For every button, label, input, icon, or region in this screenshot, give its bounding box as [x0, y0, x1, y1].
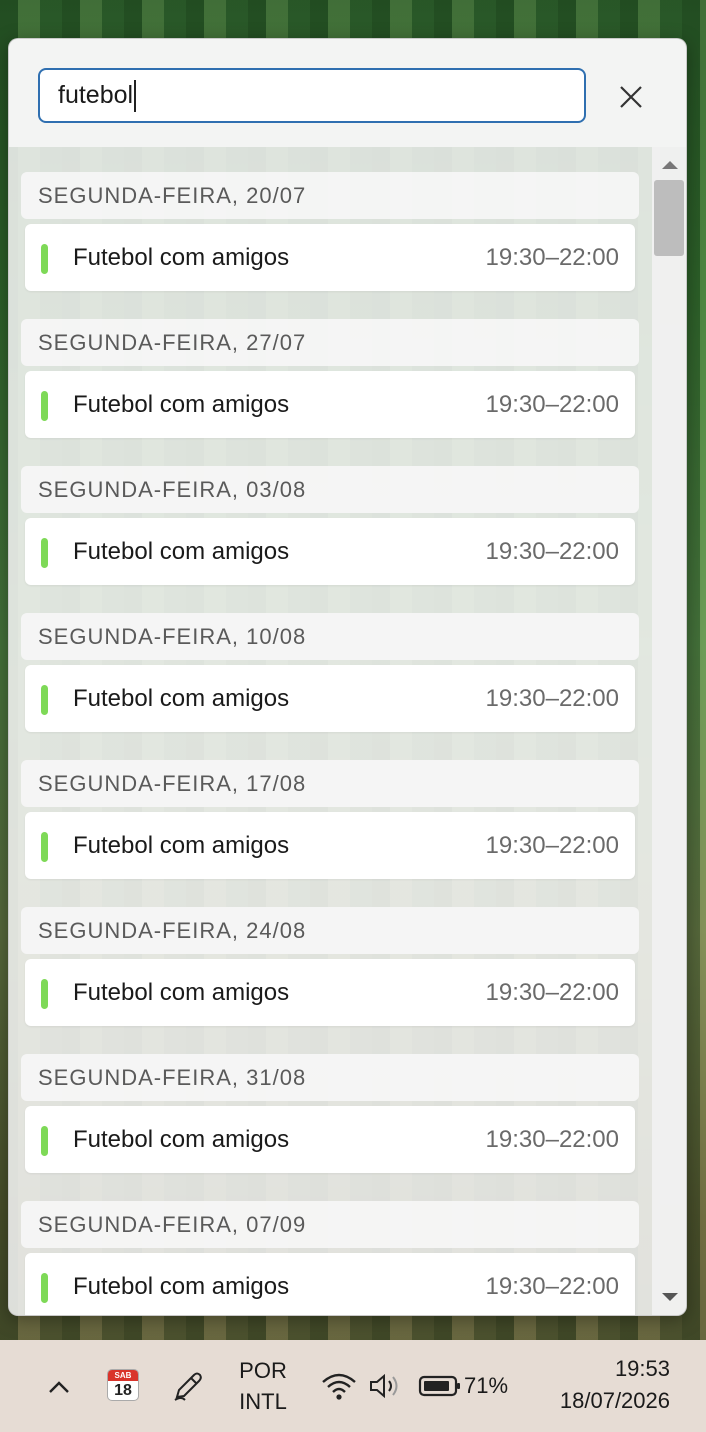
event-color-bar: [41, 244, 48, 274]
event-time: 19:30–22:00: [485, 537, 619, 565]
battery-icon: [418, 1375, 460, 1397]
day-header: SEGUNDA-FEIRA, 20/07: [21, 172, 639, 219]
event-item[interactable]: Futebol com amigos 19:30–22:00: [25, 1106, 635, 1173]
search-results-list[interactable]: SEGUNDA-FEIRA, 20/07 Futebol com amigos …: [9, 147, 650, 1315]
wifi-icon: [322, 1373, 356, 1400]
language-code: POR: [239, 1358, 287, 1383]
result-group: SEGUNDA-FEIRA, 27/07 Futebol com amigos …: [21, 319, 639, 438]
event-item[interactable]: Futebol com amigos 19:30–22:00: [25, 959, 635, 1026]
day-header: SEGUNDA-FEIRA, 03/08: [21, 466, 639, 513]
text-caret: [134, 79, 137, 112]
day-header: SEGUNDA-FEIRA, 27/07: [21, 319, 639, 366]
day-header: SEGUNDA-FEIRA, 31/08: [21, 1054, 639, 1101]
event-title: Futebol com amigos: [73, 831, 290, 859]
event-time: 19:30–22:00: [485, 684, 619, 712]
event-color-bar: [41, 832, 48, 862]
result-group: SEGUNDA-FEIRA, 07/09 Futebol com amigos …: [21, 1201, 639, 1315]
event-item[interactable]: Futebol com amigos 19:30–22:00: [25, 224, 635, 291]
clock-button[interactable]: 19:53 18/07/2026: [528, 1352, 670, 1418]
event-time: 19:30–22:00: [485, 1125, 619, 1153]
keyboard-layout: INTL: [239, 1389, 287, 1414]
event-color-bar: [41, 1273, 48, 1303]
close-search-button[interactable]: [615, 81, 647, 113]
day-header: SEGUNDA-FEIRA, 07/09: [21, 1201, 639, 1248]
event-title: Futebol com amigos: [73, 243, 290, 271]
chevron-up-icon: [49, 1381, 69, 1393]
result-group: SEGUNDA-FEIRA, 03/08 Futebol com amigos …: [21, 466, 639, 585]
event-time: 19:30–22:00: [485, 831, 619, 859]
pen-menu-button[interactable]: [168, 1366, 208, 1406]
result-group: SEGUNDA-FEIRA, 17/08 Futebol com amigos …: [21, 760, 639, 879]
result-group: SEGUNDA-FEIRA, 31/08 Futebol com amigos …: [21, 1054, 639, 1173]
input-language-indicator[interactable]: POR INTL: [228, 1354, 298, 1418]
event-color-bar: [41, 391, 48, 421]
event-color-bar: [41, 538, 48, 568]
day-header: SEGUNDA-FEIRA, 10/08: [21, 613, 639, 660]
event-title: Futebol com amigos: [73, 1125, 290, 1153]
result-group: SEGUNDA-FEIRA, 20/07 Futebol com amigos …: [21, 172, 639, 291]
volume-icon: [370, 1373, 398, 1399]
calendar-app-button[interactable]: SAB 18: [106, 1368, 140, 1402]
result-group: SEGUNDA-FEIRA, 10/08 Futebol com amigos …: [21, 613, 639, 732]
event-color-bar: [41, 1126, 48, 1156]
calendar-search-panel: futebol SEGUNDA-FEIRA, 20/07 Futebol com…: [8, 38, 687, 1316]
event-item[interactable]: Futebol com amigos 19:30–22:00: [25, 518, 635, 585]
event-color-bar: [41, 979, 48, 1009]
day-header: SEGUNDA-FEIRA, 17/08: [21, 760, 639, 807]
search-bar: futebol: [9, 39, 686, 147]
event-item[interactable]: Futebol com amigos 19:30–22:00: [25, 665, 635, 732]
event-time: 19:30–22:00: [485, 390, 619, 418]
day-header: SEGUNDA-FEIRA, 24/08: [21, 907, 639, 954]
event-item[interactable]: Futebol com amigos 19:30–22:00: [25, 812, 635, 879]
scrollbar-thumb[interactable]: [654, 180, 684, 256]
event-item[interactable]: Futebol com amigos 19:30–22:00: [25, 1253, 635, 1315]
event-title: Futebol com amigos: [73, 537, 290, 565]
event-title: Futebol com amigos: [73, 684, 290, 712]
battery-percentage: 71%: [464, 1373, 509, 1398]
event-color-bar: [41, 685, 48, 715]
event-time: 19:30–22:00: [485, 978, 619, 1006]
taskbar: SAB 18 POR INTL 71% 19:53 18/07/2026: [0, 1340, 706, 1432]
calendar-icon: SAB 18: [107, 1369, 139, 1401]
close-icon: [620, 86, 642, 108]
event-title: Futebol com amigos: [73, 1272, 290, 1300]
event-item[interactable]: Futebol com amigos 19:30–22:00: [25, 371, 635, 438]
event-time: 19:30–22:00: [485, 243, 619, 271]
pen-icon: [174, 1372, 202, 1401]
calendar-icon-day-abbr: SAB: [108, 1370, 138, 1381]
calendar-icon-day-num: 18: [114, 1382, 132, 1399]
result-group: SEGUNDA-FEIRA, 24/08 Futebol com amigos …: [21, 907, 639, 1026]
clock-time: 19:53: [614, 1356, 670, 1381]
show-hidden-icons-button[interactable]: [42, 1370, 76, 1404]
search-input-value: futebol: [58, 81, 134, 109]
event-time: 19:30–22:00: [485, 1272, 619, 1300]
clock-date: 18/07/2026: [559, 1388, 670, 1413]
quick-settings-button[interactable]: 71%: [318, 1366, 518, 1406]
scroll-down-arrow-icon[interactable]: [662, 1293, 678, 1301]
scroll-up-arrow-icon[interactable]: [662, 161, 678, 169]
event-title: Futebol com amigos: [73, 390, 290, 418]
search-input[interactable]: futebol: [38, 68, 586, 123]
vertical-scrollbar[interactable]: [652, 147, 686, 1315]
event-title: Futebol com amigos: [73, 978, 290, 1006]
